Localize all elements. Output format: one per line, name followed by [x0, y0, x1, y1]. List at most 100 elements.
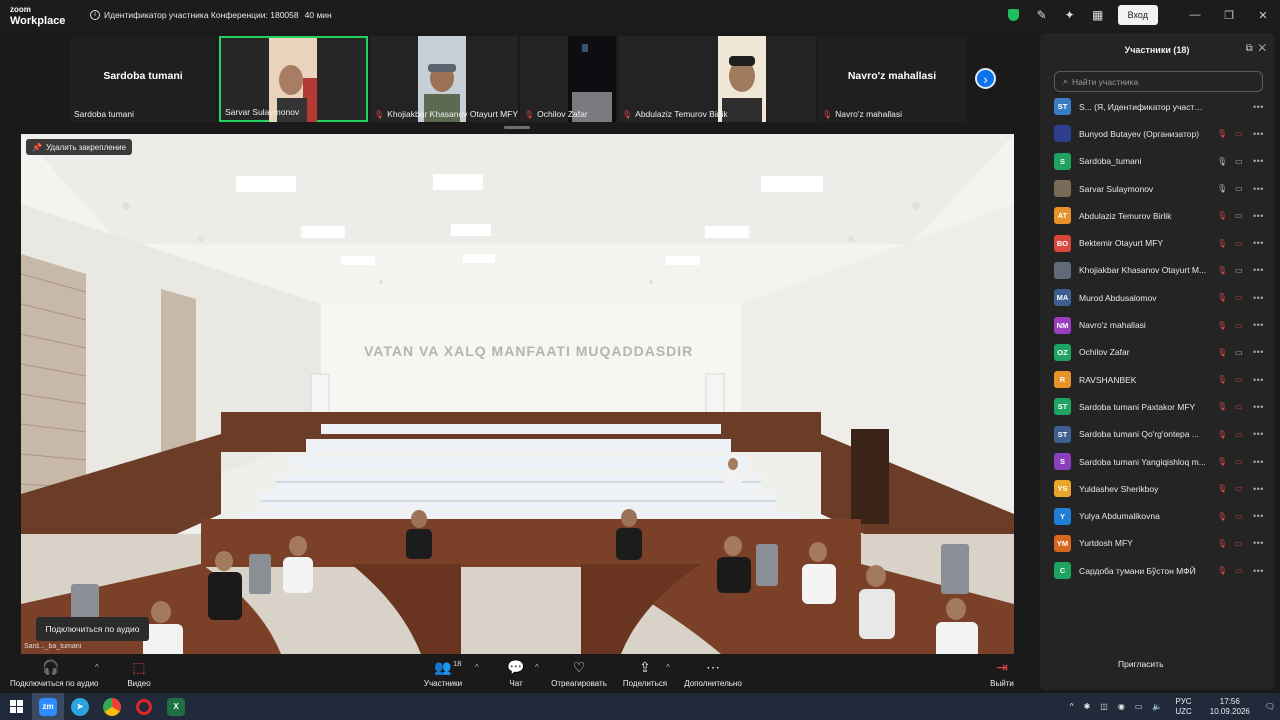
more-options-icon[interactable]: •••	[1253, 457, 1264, 467]
mic-off-icon: 🎙	[374, 109, 385, 119]
gallery-tile-active[interactable]: Sarvar Sulaymonov	[219, 36, 368, 122]
participant-row[interactable]: ST Sardoba tumani Qo'rg'ontepa ... 🎙 ▭ •••	[1040, 421, 1274, 448]
participant-row[interactable]: ST Sardoba tumani Paxtakor MFY 🎙 ▭ •••	[1040, 393, 1274, 420]
gallery-tile[interactable]: 🎙 Ochilov Zafar	[520, 36, 616, 122]
gallery-resize-handle[interactable]	[504, 126, 530, 129]
gallery-tile[interactable]: Sardoba tumani Sardoba tumani	[70, 36, 216, 122]
participant-row[interactable]: S Sardoba_tumani 🎙 ▭ •••	[1040, 148, 1274, 175]
chrome-icon	[103, 697, 121, 716]
more-options-icon[interactable]: •••	[1253, 566, 1264, 576]
sparkle-icon[interactable]: ✦	[1056, 0, 1084, 30]
start-button[interactable]	[0, 693, 32, 720]
participant-search-input[interactable]: ⌕ Найти участника	[1054, 71, 1263, 92]
more-options-icon[interactable]: •••	[1253, 265, 1264, 275]
more-options-icon[interactable]: •••	[1253, 511, 1264, 521]
more-options-icon[interactable]: •••	[1253, 211, 1264, 221]
participant-avatar	[1054, 125, 1071, 143]
more-options-icon[interactable]: •••	[1253, 102, 1264, 112]
taskbar-zoom[interactable]: zm	[32, 693, 64, 720]
participant-row[interactable]: С Сардоба тумани Бўстон МФЙ 🎙 ▭ •••	[1040, 557, 1274, 584]
participant-name: Sardoba tumani Paxtakor MFY	[1079, 401, 1196, 412]
edit-icon[interactable]: ✎	[1028, 0, 1056, 30]
gallery-next-button[interactable]: ›	[975, 68, 996, 89]
video-button[interactable]: ⬚ Видео	[118, 658, 160, 688]
participant-row[interactable]: Khojiakbar Khasanov Otayurt M... 🎙 ▭ •••	[1040, 257, 1274, 284]
popout-icon[interactable]: ⧉	[1246, 43, 1253, 54]
chat-button[interactable]: 💬 Чат	[500, 658, 532, 688]
participant-row[interactable]: AT Abdulaziz Temurov Birlik 🎙 ▭ •••	[1040, 202, 1274, 229]
camera-off-icon: ▭	[1235, 538, 1243, 548]
participant-row[interactable]: MA Murod Abdusalomov 🎙 ▭ •••	[1040, 284, 1274, 311]
participant-row[interactable]: ST S... (Я, Идентификатор участника: 1800…	[1040, 93, 1274, 120]
opera-icon	[136, 698, 152, 715]
audio-options-chevron-icon[interactable]: ^	[95, 663, 99, 672]
more-options-icon[interactable]: •••	[1253, 375, 1264, 385]
more-button[interactable]: ⋯ Дополнительно	[682, 658, 744, 688]
meeting-info[interactable]: i Идентификатор участника Конференции: 1…	[90, 10, 332, 20]
mic-off-icon: 🎙	[1217, 238, 1228, 248]
more-options-icon[interactable]: •••	[1253, 347, 1264, 357]
chat-chevron-icon[interactable]: ^	[535, 663, 539, 672]
more-options-icon[interactable]: •••	[1253, 129, 1264, 139]
signin-button[interactable]: Вход	[1117, 5, 1158, 25]
notifications-icon[interactable]: 🗨	[1265, 702, 1275, 711]
more-options-icon[interactable]: •••	[1253, 320, 1264, 330]
tray-expand-icon[interactable]: ^	[1070, 702, 1074, 711]
more-options-icon[interactable]: •••	[1253, 238, 1264, 248]
taskbar-opera[interactable]	[128, 693, 160, 720]
language-indicator[interactable]: РУС UZC	[1175, 697, 1191, 717]
clock[interactable]: 17:56 10.09.2026	[1210, 697, 1250, 717]
conference-hall-video: VATAN VA XALQ MANFAATI MUQADDASDIR	[21, 134, 1014, 654]
more-options-icon[interactable]: •••	[1253, 293, 1264, 303]
share-chevron-icon[interactable]: ^	[666, 663, 670, 672]
participant-row[interactable]: Bunyod Butayev (Организатор) 🎙 ▭ •••	[1040, 120, 1274, 147]
gallery-tile[interactable]: 🎙 Abdulaziz Temurov Birlik	[618, 36, 816, 122]
tray-zoom-icon[interactable]: ◉	[1118, 702, 1125, 711]
tray-app-icon[interactable]: ✱	[1084, 702, 1091, 711]
join-audio-button[interactable]: 🎧 Подключиться по аудио	[10, 658, 98, 688]
react-button[interactable]: ♡ Отреагировать	[550, 658, 608, 688]
participant-row[interactable]: YM Yurtdosh MFY 🎙 ▭ •••	[1040, 530, 1274, 557]
participant-row[interactable]: NM Navro'z mahallasi 🎙 ▭ •••	[1040, 311, 1274, 338]
calendar-icon[interactable]: ▦	[1084, 0, 1112, 30]
shield-icon[interactable]	[1000, 0, 1028, 30]
participant-row[interactable]: R RAVSHANBEK 🎙 ▭ •••	[1040, 366, 1274, 393]
battery-icon[interactable]: ▭	[1135, 702, 1143, 711]
info-icon[interactable]: i	[90, 10, 100, 20]
participant-row[interactable]: OZ Ochilov Zafar 🎙 ▭ •••	[1040, 339, 1274, 366]
close-panel-icon[interactable]: ✕	[1258, 43, 1266, 54]
title-bar: zoom Workplace i Идентификатор участника…	[0, 0, 1280, 30]
taskbar-chrome[interactable]	[96, 693, 128, 720]
unpin-button[interactable]: 📌 Удалить закрепление	[26, 139, 133, 155]
invite-button[interactable]: Пригласить	[1118, 659, 1164, 669]
taskbar-telegram[interactable]: ➤	[64, 693, 96, 720]
restore-icon[interactable]: ❐	[1212, 9, 1246, 22]
gallery-tile[interactable]: 🎙 Khojiakbar Khasanov Otayurt MFY	[370, 36, 518, 122]
audio-tooltip[interactable]: Подключиться по аудио	[36, 617, 149, 641]
participant-row[interactable]: Y Yulya Abdumalikovna 🎙 ▭ •••	[1040, 502, 1274, 529]
more-options-icon[interactable]: •••	[1253, 402, 1264, 412]
participant-row[interactable]: BO Bektemir Otayurt MFY 🎙 ▭ •••	[1040, 229, 1274, 256]
more-options-icon[interactable]: •••	[1253, 156, 1264, 166]
more-options-icon[interactable]: •••	[1253, 538, 1264, 548]
tile-name: 🎙 Khojiakbar Khasanov Otayurt MFY	[374, 109, 519, 119]
video-name-label: Sard..._ba_tumani	[24, 643, 82, 650]
participant-row[interactable]: Sarvar Sulaymonov 🎙 ▭ •••	[1040, 175, 1274, 202]
network-icon[interactable]: ◫	[1100, 702, 1108, 711]
participant-row[interactable]: YS Yuldashev Sherikboy 🎙 ▭ •••	[1040, 475, 1274, 502]
camera-icon: ▭	[1235, 156, 1243, 166]
leave-button[interactable]: ⇥ Выйти	[985, 658, 1019, 688]
participant-name: Сардоба тумани Бўстон МФЙ	[1079, 565, 1196, 576]
gallery-tile[interactable]: Navro'z mahallasi 🎙 Navro'z mahallasi	[818, 36, 966, 122]
participant-row[interactable]: S Sardoba tumani Yangiqishloq m... 🎙 ▭ •••	[1040, 448, 1274, 475]
main-video[interactable]: VATAN VA XALQ MANFAATI MUQADDASDIR	[21, 134, 1014, 654]
participants-chevron-icon[interactable]: ^	[475, 663, 479, 672]
more-options-icon[interactable]: •••	[1253, 184, 1264, 194]
more-options-icon[interactable]: •••	[1253, 429, 1264, 439]
taskbar-excel[interactable]: X	[160, 693, 192, 720]
volume-icon[interactable]: 🔈	[1152, 702, 1162, 711]
close-icon[interactable]: ✕	[1246, 9, 1280, 22]
minimize-icon[interactable]: —	[1178, 9, 1212, 21]
share-button[interactable]: ⇪ Поделиться	[620, 658, 670, 688]
more-options-icon[interactable]: •••	[1253, 484, 1264, 494]
